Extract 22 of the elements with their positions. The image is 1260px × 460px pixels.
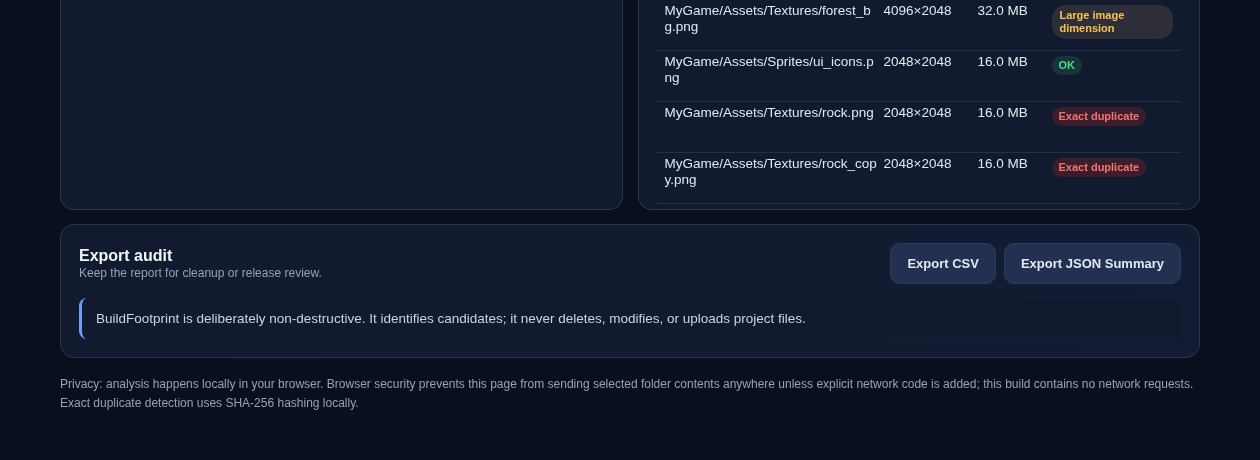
- file-path: MyGame/Assets/Textures/forest_bg.png: [664, 3, 872, 36]
- section-subtitle: Keep the report for cleanup or release review.: [79, 266, 322, 280]
- dimensions: 2048×2048: [883, 156, 953, 173]
- status-badge: OK: [1051, 56, 1082, 75]
- dimensions: 2048×2048: [883, 54, 953, 71]
- dimensions: 4096×2048: [883, 3, 953, 20]
- dimensions: 2048×2048: [883, 105, 953, 122]
- file-size: 32.0 MB: [977, 3, 1029, 20]
- file-path: MyGame/Assets/Textures/rock_copy.png: [664, 156, 878, 189]
- file-size: 16.0 MB: [977, 105, 1029, 122]
- file-path: MyGame/Assets/Textures/rock.png: [664, 105, 875, 122]
- notice-callout: BuildFootprint is deliberately non-destructive. It identifies candidates; it never deletes, modifies, or uploads project files.: [79, 298, 1181, 339]
- privacy-note: Privacy: analysis happens locally in your browser. Browser security prevents this page from sending selected folder contents anywhere unless explicit network code is added; this build contains no network requests. Exact duplicate detection uses SHA-256 hashing locally.: [60, 376, 1195, 412]
- file-size: 16.0 MB: [977, 156, 1029, 173]
- file-size: 16.0 MB: [977, 54, 1029, 71]
- status-badge: Large image dimension: [1051, 5, 1173, 39]
- export-button[interactable]: Export JSON Summary: [1003, 243, 1181, 284]
- export-button[interactable]: Export CSV: [890, 243, 996, 284]
- file-path: MyGame/Assets/Sprites/ui_icons.png: [664, 54, 875, 87]
- section-title: Export audit: [79, 247, 174, 265]
- status-badge: Exact duplicate: [1051, 107, 1147, 126]
- status-badge: Exact duplicate: [1051, 158, 1147, 177]
